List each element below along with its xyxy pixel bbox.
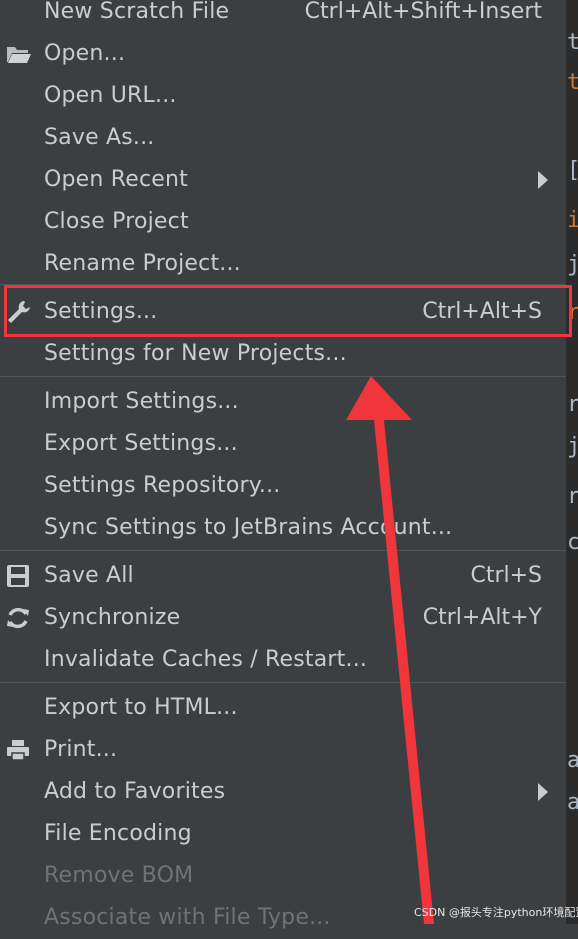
annotation-arrow xyxy=(346,376,434,924)
watermark: CSDN @报头专注python环境配置 xyxy=(414,906,578,919)
